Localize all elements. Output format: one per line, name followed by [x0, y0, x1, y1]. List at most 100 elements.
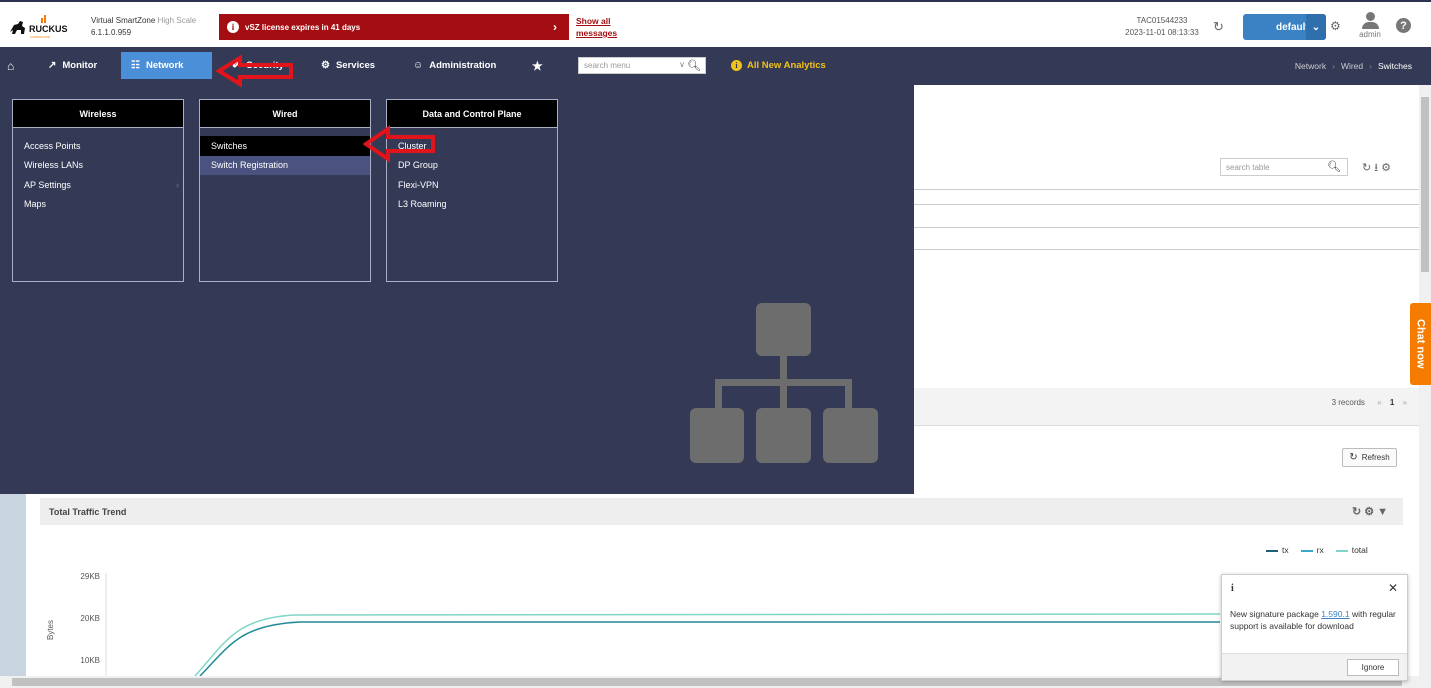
- network-icon: [690, 303, 878, 463]
- search-icon[interactable]: 🔍︎: [687, 59, 701, 72]
- y-tick-label: 29KB: [80, 572, 100, 581]
- domain-select[interactable]: default ⌄: [1243, 14, 1326, 40]
- y-tick-label: 10KB: [80, 656, 100, 665]
- svg-text:COMMSCOPE: COMMSCOPE: [30, 35, 50, 39]
- next-page-icon[interactable]: »: [1403, 398, 1407, 407]
- menu-item-maps[interactable]: Maps: [13, 195, 183, 215]
- network-mega-menu: Wireless Access Points Wireless LANs AP …: [0, 85, 914, 494]
- legend-rx[interactable]: rx: [1300, 545, 1324, 555]
- filter-icon[interactable]: ▼: [1377, 506, 1391, 518]
- table-tools: ↻⭳⚙: [1362, 159, 1394, 178]
- search-menu-input[interactable]: search menu ∨ 🔍︎: [578, 57, 706, 74]
- menu-item-ap-settings[interactable]: AP Settings ›: [13, 175, 183, 195]
- user-icon: ☺: [413, 60, 424, 71]
- search-table-input[interactable]: search table 🔍︎: [1220, 158, 1348, 176]
- divider: [914, 204, 1419, 205]
- help-icon[interactable]: ?: [1396, 18, 1411, 33]
- chart-legend: tx rx total: [1266, 545, 1368, 555]
- menu-item-flexi-vpn[interactable]: Flexi-VPN: [387, 175, 557, 195]
- app-root: search table 🔍︎ ↻⭳⚙ 3 records « 1 » ↻ Re…: [0, 0, 1431, 688]
- search-icon[interactable]: 🔍︎: [1327, 160, 1341, 173]
- menu-item-l3-roaming[interactable]: L3 Roaming: [387, 195, 557, 215]
- column-title: Wired: [200, 100, 370, 128]
- menu-column-wireless: Wireless Access Points Wireless LANs AP …: [12, 99, 184, 282]
- session-id: TAC01544233: [1136, 16, 1188, 25]
- divider: [914, 249, 1419, 250]
- traffic-title: Total Traffic Trend: [49, 506, 127, 517]
- search-table-placeholder: search table: [1226, 162, 1270, 172]
- home-icon[interactable]: ⌂: [7, 59, 14, 73]
- notification-message: New signature package 1.590.1 with regul…: [1230, 609, 1396, 631]
- refresh-icon[interactable]: ↻: [1362, 162, 1374, 174]
- nav-network[interactable]: ☷ Network: [121, 52, 212, 79]
- chevron-right-icon[interactable]: ›: [553, 20, 557, 34]
- license-message: vSZ license expires in 41 days: [245, 22, 361, 32]
- signature-link[interactable]: 1.590.1: [1321, 609, 1349, 619]
- product-edition: High Scale: [157, 16, 197, 25]
- product-name: Virtual SmartZone: [91, 16, 156, 25]
- gear-icon[interactable]: ⚙: [1381, 162, 1394, 174]
- license-banner[interactable]: i vSZ license expires in 41 days ›: [219, 14, 569, 40]
- show-all-messages-link[interactable]: Show all messages: [576, 15, 617, 39]
- tx-series-line: [199, 621, 1220, 676]
- pagination-bar: 3 records « 1 »: [914, 388, 1419, 426]
- product-version: 6.1.1.0.959: [91, 28, 132, 37]
- nav-services[interactable]: ⚙ Services: [311, 52, 385, 79]
- domain-label: default: [1276, 21, 1309, 33]
- info-icon: i: [1231, 583, 1234, 594]
- gear-icon[interactable]: ⚙: [1364, 506, 1377, 518]
- horizontal-scrollbar[interactable]: [0, 676, 1419, 688]
- menu-column-wired: Wired Switches Switch Registration: [199, 99, 371, 282]
- session-info: TAC01544233 2023-11-01 08:13:33: [1120, 15, 1204, 39]
- current-page[interactable]: 1: [1390, 398, 1394, 407]
- records-count: 3 records: [1331, 398, 1365, 407]
- breadcrumb-network[interactable]: Network: [1295, 61, 1326, 71]
- column-title: Data and Control Plane: [387, 100, 557, 128]
- star-icon[interactable]: ★: [522, 52, 553, 79]
- menu-item-access-points[interactable]: Access Points: [13, 136, 183, 156]
- refresh-icon[interactable]: ↻: [1213, 19, 1224, 35]
- menu-item-wireless-lans[interactable]: Wireless LANs: [13, 156, 183, 176]
- breadcrumb-wired[interactable]: Wired: [1341, 61, 1363, 71]
- info-icon: i: [731, 60, 742, 71]
- svg-text:RUCKUS: RUCKUS: [29, 24, 68, 34]
- ruckus-logo: RUCKUS COMMSCOPE: [10, 15, 68, 39]
- info-icon: i: [227, 21, 239, 33]
- y-tick-label: 20KB: [80, 614, 100, 623]
- annotation-arrow: [216, 54, 293, 88]
- scroll-thumb[interactable]: [12, 678, 1402, 686]
- refresh-button[interactable]: ↻ Refresh: [1342, 448, 1397, 467]
- nav-administration[interactable]: ☺ Administration: [403, 52, 506, 79]
- refresh-icon[interactable]: ↻: [1352, 506, 1364, 518]
- chevron-right-icon: ›: [176, 179, 179, 190]
- chart-icon: ↗: [48, 60, 57, 71]
- annotation-arrow: [362, 125, 435, 163]
- menu-item-switch-registration[interactable]: Switch Registration: [200, 155, 370, 175]
- top-header: RUCKUS COMMSCOPE Virtual SmartZone High …: [0, 0, 1431, 47]
- total-series-line: [194, 613, 1220, 676]
- chevron-down-icon[interactable]: ⌄: [1306, 14, 1326, 40]
- breadcrumb: Network › Wired › Switches: [1294, 61, 1412, 71]
- user-icon: [1365, 12, 1375, 21]
- prev-page-icon[interactable]: «: [1377, 398, 1381, 407]
- scroll-thumb[interactable]: [1421, 97, 1429, 272]
- legend-tx[interactable]: tx: [1266, 545, 1289, 555]
- traffic-chart: [105, 573, 1220, 676]
- menu-item-switches[interactable]: Switches: [200, 136, 370, 156]
- vertical-scrollbar[interactable]: [1419, 85, 1431, 688]
- traffic-panel-header: Total Traffic Trend ↻⚙▼: [40, 498, 1403, 525]
- y-axis-label: Bytes: [46, 619, 55, 640]
- all-new-analytics-link[interactable]: i All New Analytics: [731, 60, 826, 71]
- user-name: admin: [1359, 30, 1381, 39]
- chevron-down-icon[interactable]: ∨: [679, 60, 685, 69]
- nav-monitor[interactable]: ↗ Monitor: [38, 52, 107, 79]
- chat-now-button[interactable]: Chat now: [1410, 303, 1431, 385]
- gear-icon[interactable]: ⚙: [1330, 19, 1341, 33]
- user-menu[interactable]: admin: [1356, 12, 1384, 39]
- close-icon[interactable]: ✕: [1388, 581, 1398, 595]
- gears-icon: ⚙: [321, 60, 330, 71]
- legend-total[interactable]: total: [1335, 545, 1368, 555]
- main-nav: ⌂ ↗ Monitor ☷ Network ✐ Security ⚙ Services …: [0, 47, 1431, 85]
- breadcrumb-switches: Switches: [1377, 61, 1412, 71]
- ignore-button[interactable]: Ignore: [1347, 659, 1399, 676]
